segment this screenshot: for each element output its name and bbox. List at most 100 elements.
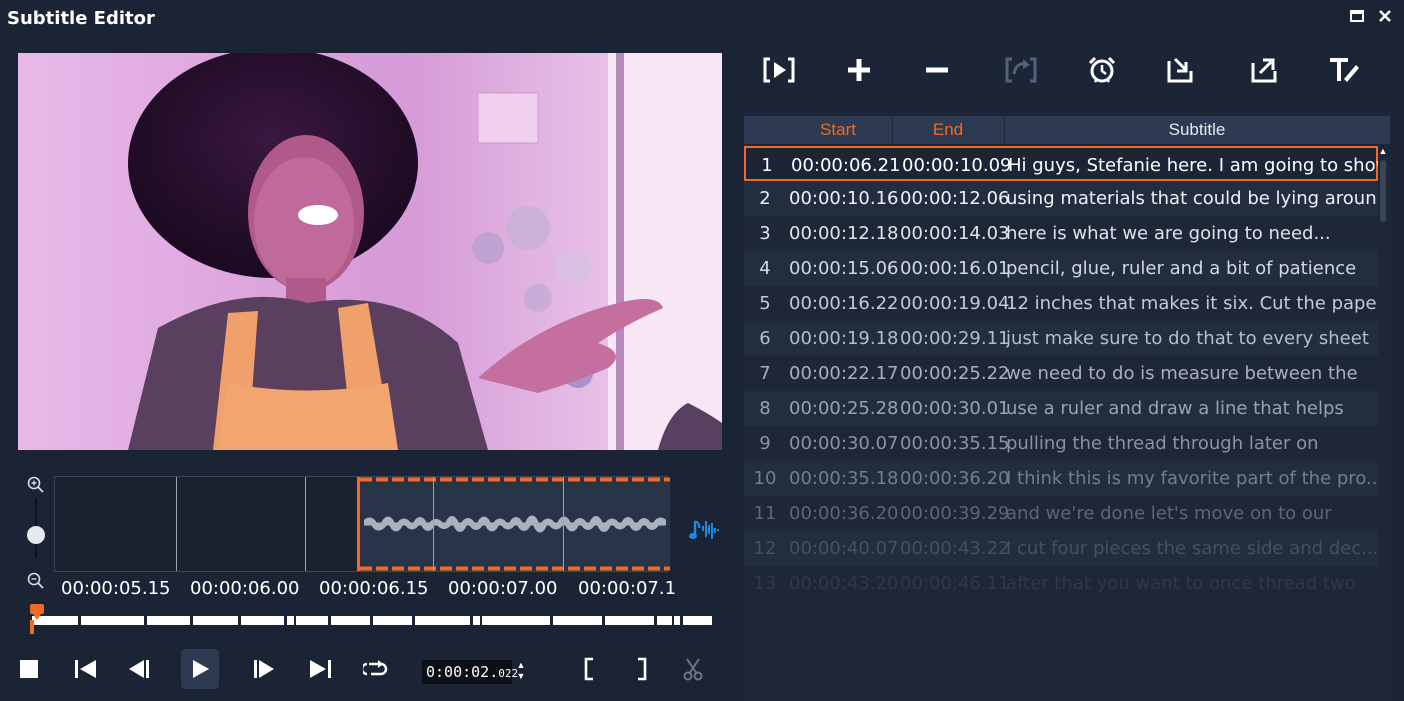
- timeline-gridline: [305, 477, 306, 571]
- table-row[interactable]: 4 00:00:15.06 00:00:16.01 pencil, glue, …: [744, 251, 1378, 286]
- column-header-subtitle[interactable]: Subtitle: [1004, 120, 1390, 140]
- end-time-cell[interactable]: 00:00:36.20: [900, 468, 1009, 489]
- end-time-cell[interactable]: 00:00:43.22: [900, 538, 1009, 559]
- timeline-gridline: [176, 477, 177, 571]
- subtitle-toolbar: [742, 50, 1404, 94]
- start-time-cell[interactable]: 00:00:35.18: [789, 468, 898, 489]
- go-to-start-icon[interactable]: [69, 652, 103, 686]
- subtitle-text-cell[interactable]: here is what we are going to need...: [1006, 223, 1376, 244]
- subtitle-list-scrollbar[interactable]: ▲: [1378, 146, 1388, 701]
- end-time-cell[interactable]: 00:00:14.03: [900, 223, 1009, 244]
- start-time-cell[interactable]: 00:00:10.16: [789, 188, 898, 209]
- split-icon[interactable]: [676, 652, 710, 686]
- text-options-button[interactable]: [1322, 50, 1366, 90]
- table-row[interactable]: 3 00:00:12.18 00:00:14.03 here is what w…: [744, 216, 1378, 251]
- subtitle-text-cell[interactable]: pulling the thread through later on: [1006, 433, 1376, 454]
- scrollbar-thumb[interactable]: [1380, 160, 1386, 222]
- subtitle-text-cell[interactable]: I think this is my favorite part of the …: [1006, 468, 1376, 489]
- maximize-icon[interactable]: [1347, 8, 1367, 28]
- start-time-cell[interactable]: 00:00:36.20: [789, 503, 898, 524]
- start-time-cell[interactable]: 00:00:30.07: [789, 433, 898, 454]
- row-number: 13: [753, 573, 777, 594]
- table-row[interactable]: 8 00:00:25.28 00:00:30.01 use a ruler an…: [744, 391, 1378, 426]
- subtitle-list-header: Start End Subtitle: [744, 116, 1390, 144]
- end-time-cell[interactable]: 00:00:25.22: [900, 363, 1009, 384]
- audio-waveform-icon[interactable]: [688, 517, 720, 545]
- table-row[interactable]: 2 00:00:10.16 00:00:12.06 using material…: [744, 181, 1378, 216]
- repeat-icon[interactable]: [359, 652, 393, 686]
- column-header-end[interactable]: End: [892, 120, 1004, 140]
- merge-subtitle-button[interactable]: [999, 50, 1043, 90]
- row-number: 9: [759, 433, 771, 454]
- close-icon[interactable]: [1375, 8, 1395, 28]
- start-time-cell[interactable]: 00:00:25.28: [789, 398, 898, 419]
- start-time-cell[interactable]: 00:00:19.18: [789, 328, 898, 349]
- subtitle-text-cell[interactable]: use a ruler and draw a line that helps: [1006, 398, 1376, 419]
- end-time-cell[interactable]: 00:00:12.06: [900, 188, 1009, 209]
- table-row[interactable]: 10 00:00:35.18 00:00:36.20 I think this …: [744, 461, 1378, 496]
- end-time-cell[interactable]: 00:00:35.15: [900, 433, 1009, 454]
- end-time-cell[interactable]: 00:00:30.01: [900, 398, 1009, 419]
- import-subtitle-button[interactable]: [1158, 50, 1202, 90]
- current-timecode[interactable]: 0:00:02.022: [422, 660, 518, 684]
- play-subtitle-button[interactable]: [757, 50, 801, 90]
- row-number: 1: [761, 155, 773, 176]
- subtitle-text-cell[interactable]: 12 inches that makes it six. Cut the pap…: [1006, 293, 1376, 314]
- playhead[interactable]: [30, 604, 44, 634]
- subtitle-text-cell[interactable]: just make sure to do that to every sheet: [1006, 328, 1376, 349]
- end-time-cell[interactable]: 00:00:19.04: [900, 293, 1009, 314]
- end-time-cell[interactable]: 00:00:10.09: [902, 155, 1011, 176]
- row-number: 7: [759, 363, 771, 384]
- row-number: 4: [759, 258, 771, 279]
- column-header-start[interactable]: Start: [780, 120, 896, 140]
- timecode-label: 00:00:06.00: [190, 578, 300, 599]
- start-time-cell[interactable]: 00:00:12.18: [789, 223, 898, 244]
- subtitle-text-cell[interactable]: after that you want to once thread two: [1006, 573, 1376, 594]
- play-icon[interactable]: [181, 649, 219, 689]
- start-time-cell[interactable]: 00:00:40.07: [789, 538, 898, 559]
- previous-frame-icon[interactable]: [122, 652, 156, 686]
- zoom-slider-knob[interactable]: [27, 526, 45, 544]
- scroll-up-icon[interactable]: ▲: [1378, 146, 1388, 156]
- table-row[interactable]: 12 00:00:40.07 00:00:43.22 I cut four pi…: [744, 531, 1378, 566]
- subtitle-text-cell[interactable]: we need to do is measure between the: [1006, 363, 1376, 384]
- table-row[interactable]: 5 00:00:16.22 00:00:19.04 12 inches that…: [744, 286, 1378, 321]
- time-offset-button[interactable]: [1080, 50, 1124, 90]
- subtitle-text-cell[interactable]: I cut four pieces the same side and dec.…: [1006, 538, 1376, 559]
- subtitle-text-cell[interactable]: Hi guys, Stefanie here. I am going to sh…: [1008, 155, 1378, 176]
- table-row[interactable]: 1 00:00:06.21 00:00:10.09 Hi guys, Stefa…: [744, 146, 1378, 181]
- start-time-cell[interactable]: 00:00:22.17: [789, 363, 898, 384]
- mark-out-icon[interactable]: [625, 652, 659, 686]
- table-row[interactable]: 6 00:00:19.18 00:00:29.11 just make sure…: [744, 321, 1378, 356]
- export-subtitle-button[interactable]: [1242, 50, 1286, 90]
- scrub-bar[interactable]: [30, 604, 714, 634]
- end-time-cell[interactable]: 00:00:16.01: [900, 258, 1009, 279]
- table-row[interactable]: 13 00:00:43.20 00:00:46.11 after that yo…: [744, 566, 1378, 601]
- table-row[interactable]: 9 00:00:30.07 00:00:35.15 pulling the th…: [744, 426, 1378, 461]
- stop-icon[interactable]: [12, 652, 46, 686]
- end-time-cell[interactable]: 00:00:46.11: [900, 573, 1009, 594]
- start-time-cell[interactable]: 00:00:43.20: [789, 573, 898, 594]
- zoom-in-icon[interactable]: [24, 476, 48, 496]
- go-to-end-icon[interactable]: [303, 652, 337, 686]
- timeline-gridline: [563, 477, 564, 571]
- table-row[interactable]: 11 00:00:36.20 00:00:39.29 and we're don…: [744, 496, 1378, 531]
- subtitle-text-cell[interactable]: pencil, glue, ruler and a bit of patienc…: [1006, 258, 1376, 279]
- end-time-cell[interactable]: 00:00:29.11: [900, 328, 1009, 349]
- mark-in-icon[interactable]: [572, 652, 606, 686]
- audio-waveform-timeline[interactable]: [54, 476, 670, 572]
- end-time-cell[interactable]: 00:00:39.29: [900, 503, 1009, 524]
- window-title: Subtitle Editor: [7, 8, 155, 29]
- start-time-cell[interactable]: 00:00:06.21: [791, 155, 900, 176]
- remove-subtitle-button[interactable]: [915, 50, 959, 90]
- start-time-cell[interactable]: 00:00:16.22: [789, 293, 898, 314]
- subtitle-selection-region[interactable]: [357, 477, 670, 571]
- start-time-cell[interactable]: 00:00:15.06: [789, 258, 898, 279]
- add-subtitle-button[interactable]: [837, 50, 881, 90]
- timecode-spinner[interactable]: ▲ ▼: [515, 660, 527, 684]
- subtitle-text-cell[interactable]: and we're done let's move on to our: [1006, 503, 1376, 524]
- subtitle-text-cell[interactable]: using materials that could be lying arou…: [1006, 188, 1376, 209]
- zoom-out-icon[interactable]: [24, 572, 48, 592]
- next-frame-icon[interactable]: [247, 652, 281, 686]
- table-row[interactable]: 7 00:00:22.17 00:00:25.22 we need to do …: [744, 356, 1378, 391]
